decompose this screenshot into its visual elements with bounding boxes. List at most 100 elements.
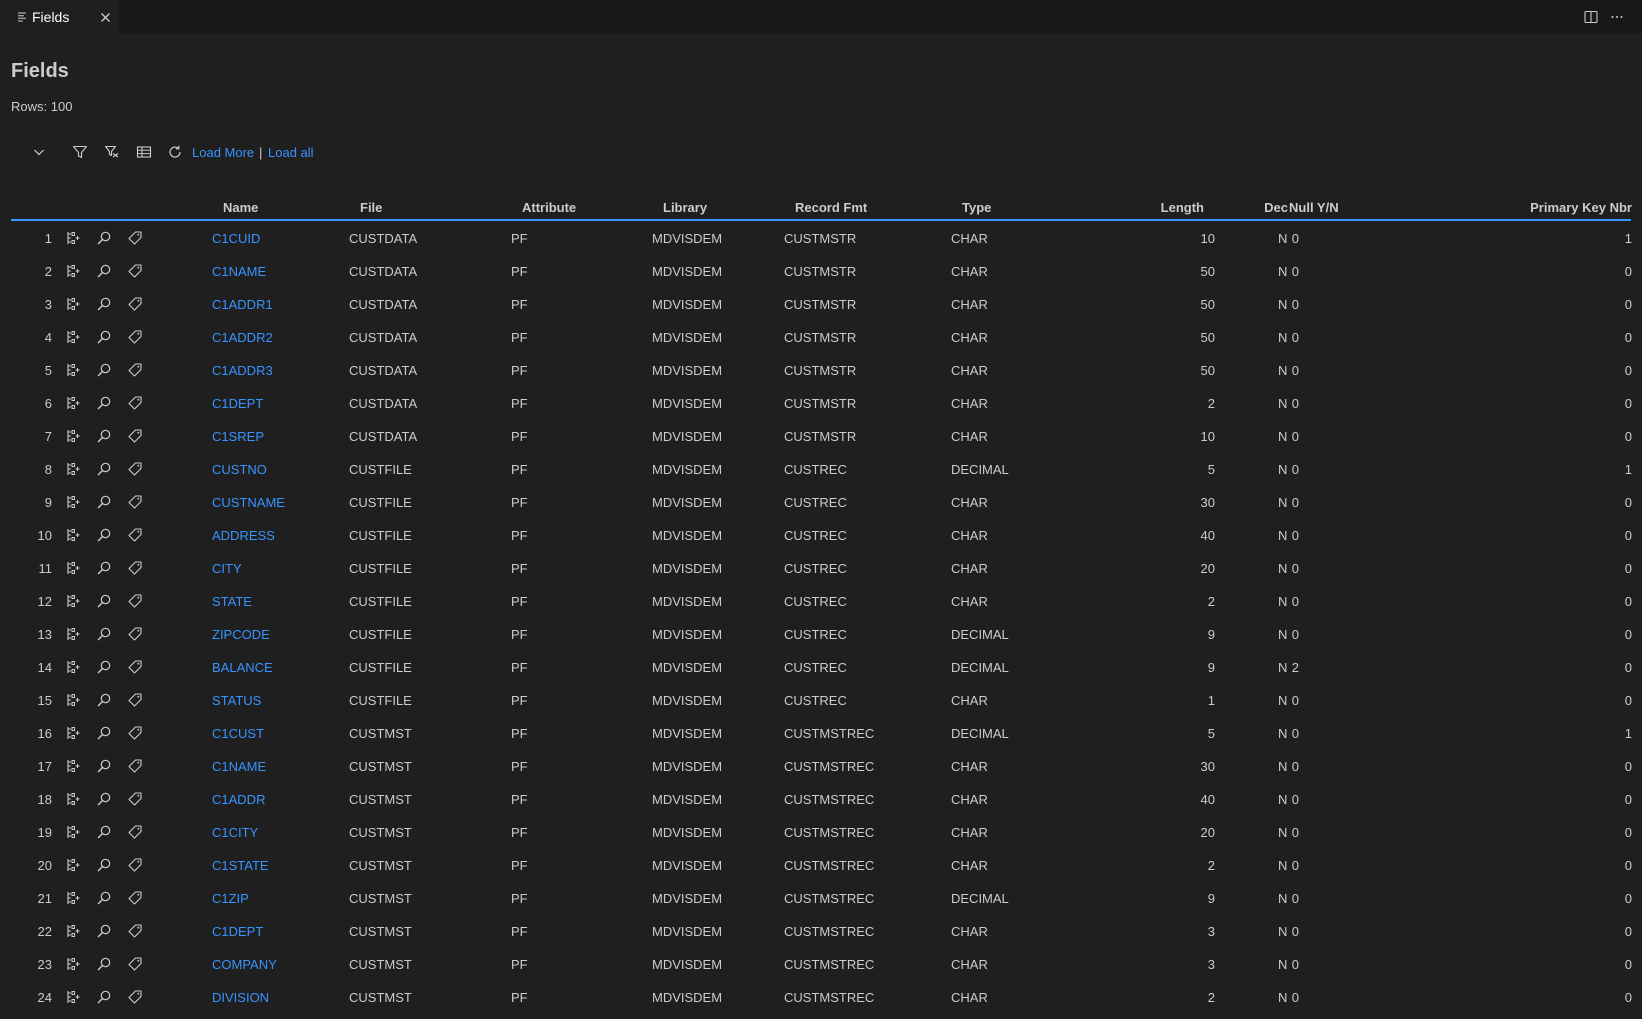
search-icon[interactable] [96, 428, 112, 444]
tag-icon[interactable] [127, 263, 143, 279]
search-icon[interactable] [96, 659, 112, 675]
filter-icon[interactable] [72, 144, 88, 160]
tag-icon[interactable] [127, 659, 143, 675]
search-icon[interactable] [96, 329, 112, 345]
tag-icon[interactable] [127, 230, 143, 246]
table-row[interactable]: 6 C1DEPT CUSTDATA PF MDVISDEM CUSTMSTR CHAR 2 0 N… [0, 387, 1642, 420]
cell-name[interactable]: C1NAME [212, 264, 266, 279]
cell-name[interactable]: C1ADDR2 [212, 330, 273, 345]
table-row[interactable]: 3 C1ADDR1 CUSTDATA PF MDVISDEM CUSTMSTR CHAR 50… [0, 288, 1642, 321]
load-more-link[interactable]: Load More [192, 145, 254, 160]
structure-icon[interactable] [65, 791, 81, 807]
cell-name[interactable]: C1STATE [212, 858, 269, 873]
tag-icon[interactable] [127, 461, 143, 477]
table-row[interactable]: 15 STATUS CUSTFILE PF MDVISDEM CUSTREC CHAR 1 0 N… [0, 684, 1642, 717]
structure-icon[interactable] [65, 428, 81, 444]
split-editor-icon[interactable] [1583, 9, 1599, 25]
tag-icon[interactable] [127, 329, 143, 345]
close-icon[interactable] [99, 11, 112, 24]
search-icon[interactable] [96, 890, 112, 906]
column-header-null-yn[interactable]: Null Y/N [1289, 200, 1339, 215]
table-row[interactable]: 24 DIVISION CUSTMST PF MDVISDEM CUSTMSTREC CHA… [0, 981, 1642, 1014]
table-row[interactable]: 18 C1ADDR CUSTMST PF MDVISDEM CUSTMSTREC CHAR 4… [0, 783, 1642, 816]
table-row[interactable]: 2 C1NAME CUSTDATA PF MDVISDEM CUSTMSTR CHAR 50 0… [0, 255, 1642, 288]
tag-icon[interactable] [127, 890, 143, 906]
cell-name[interactable]: C1ADDR1 [212, 297, 273, 312]
search-icon[interactable] [96, 593, 112, 609]
structure-icon[interactable] [65, 362, 81, 378]
cell-name[interactable]: C1ZIP [212, 891, 249, 906]
structure-icon[interactable] [65, 626, 81, 642]
tag-icon[interactable] [127, 395, 143, 411]
structure-icon[interactable] [65, 659, 81, 675]
table-row[interactable]: 1 C1CUID CUSTDATA PF MDVISDEM CUSTMSTR CHAR 10 0… [0, 222, 1642, 255]
cell-name[interactable]: CITY [212, 561, 242, 576]
search-icon[interactable] [96, 362, 112, 378]
structure-icon[interactable] [65, 692, 81, 708]
search-icon[interactable] [96, 758, 112, 774]
search-icon[interactable] [96, 923, 112, 939]
table-row[interactable]: 19 C1CITY CUSTMST PF MDVISDEM CUSTMSTREC CHAR 2… [0, 816, 1642, 849]
structure-icon[interactable] [65, 461, 81, 477]
structure-icon[interactable] [65, 758, 81, 774]
table-row[interactable]: 21 C1ZIP CUSTMST PF MDVISDEM CUSTMSTREC DECIMA… [0, 882, 1642, 915]
structure-icon[interactable] [65, 857, 81, 873]
cell-name[interactable]: CUSTNO [212, 462, 267, 477]
column-header-attribute[interactable]: Attribute [522, 200, 576, 215]
cell-name[interactable]: C1ADDR [212, 792, 265, 807]
table-row[interactable]: 10 ADDRESS CUSTFILE PF MDVISDEM CUSTREC CHAR 40… [0, 519, 1642, 552]
cell-name[interactable]: C1CITY [212, 825, 258, 840]
search-icon[interactable] [96, 395, 112, 411]
structure-icon[interactable] [65, 494, 81, 510]
cell-name[interactable]: C1CUST [212, 726, 264, 741]
table-row[interactable]: 7 C1SREP CUSTDATA PF MDVISDEM CUSTMSTR CHAR 10 0… [0, 420, 1642, 453]
search-icon[interactable] [96, 791, 112, 807]
search-icon[interactable] [96, 263, 112, 279]
structure-icon[interactable] [65, 230, 81, 246]
column-header-library[interactable]: Library [663, 200, 707, 215]
search-icon[interactable] [96, 461, 112, 477]
search-icon[interactable] [96, 989, 112, 1005]
table-row[interactable]: 9 CUSTNAME CUSTFILE PF MDVISDEM CUSTREC CHAR 30… [0, 486, 1642, 519]
structure-icon[interactable] [65, 824, 81, 840]
tag-icon[interactable] [127, 428, 143, 444]
table-row[interactable]: 13 ZIPCODE CUSTFILE PF MDVISDEM CUSTREC DECIMA… [0, 618, 1642, 651]
search-icon[interactable] [96, 560, 112, 576]
tag-icon[interactable] [127, 791, 143, 807]
table-row[interactable]: 12 STATE CUSTFILE PF MDVISDEM CUSTREC CHAR 2 0 N 0 [0, 585, 1642, 618]
search-icon[interactable] [96, 296, 112, 312]
tab-fields[interactable]: Fields [0, 0, 119, 33]
tag-icon[interactable] [127, 758, 143, 774]
search-icon[interactable] [96, 494, 112, 510]
structure-icon[interactable] [65, 956, 81, 972]
cell-name[interactable]: STATE [212, 594, 252, 609]
table-row[interactable]: 23 COMPANY CUSTMST PF MDVISDEM CUSTMSTREC CHAR… [0, 948, 1642, 981]
tag-icon[interactable] [127, 362, 143, 378]
table-row[interactable]: 4 C1ADDR2 CUSTDATA PF MDVISDEM CUSTMSTR CHAR 50… [0, 321, 1642, 354]
table-row[interactable]: 5 C1ADDR3 CUSTDATA PF MDVISDEM CUSTMSTR CHAR 50… [0, 354, 1642, 387]
cell-name[interactable]: COMPANY [212, 957, 277, 972]
table-row[interactable]: 22 C1DEPT CUSTMST PF MDVISDEM CUSTMSTREC CHAR 3… [0, 915, 1642, 948]
search-icon[interactable] [96, 824, 112, 840]
tag-icon[interactable] [127, 857, 143, 873]
tag-icon[interactable] [127, 824, 143, 840]
columns-icon[interactable] [136, 144, 152, 160]
column-header-dec[interactable]: Dec [1264, 200, 1288, 215]
search-icon[interactable] [96, 857, 112, 873]
refresh-icon[interactable] [167, 144, 183, 160]
cell-name[interactable]: C1SREP [212, 429, 264, 444]
tag-icon[interactable] [127, 956, 143, 972]
structure-icon[interactable] [65, 593, 81, 609]
structure-icon[interactable] [65, 263, 81, 279]
tag-icon[interactable] [127, 692, 143, 708]
cell-name[interactable]: C1ADDR3 [212, 363, 273, 378]
table-row[interactable]: 8 CUSTNO CUSTFILE PF MDVISDEM CUSTREC DECIMAL 5… [0, 453, 1642, 486]
tag-icon[interactable] [127, 527, 143, 543]
column-header-length[interactable]: Length [1161, 200, 1204, 215]
structure-icon[interactable] [65, 560, 81, 576]
cell-name[interactable]: DIVISION [212, 990, 269, 1005]
column-header-name[interactable]: Name [223, 200, 258, 215]
table-row[interactable]: 14 BALANCE CUSTFILE PF MDVISDEM CUSTREC DECIMA… [0, 651, 1642, 684]
tag-icon[interactable] [127, 725, 143, 741]
structure-icon[interactable] [65, 923, 81, 939]
